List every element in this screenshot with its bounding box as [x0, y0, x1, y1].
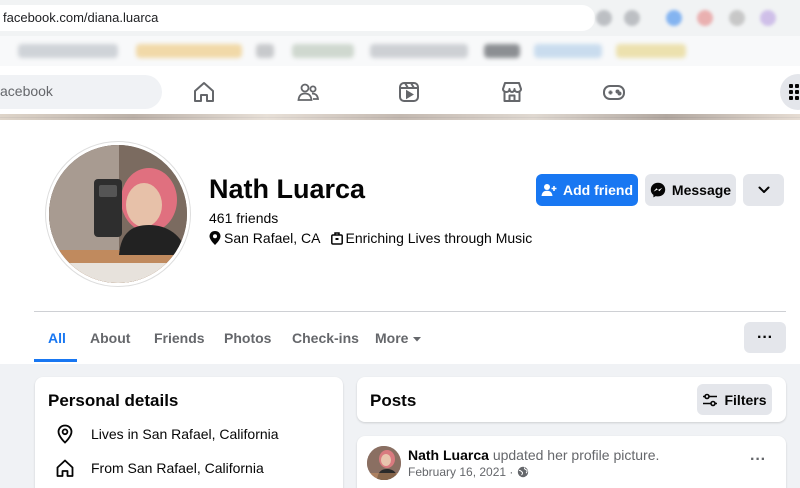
extension-icon[interactable] [596, 10, 612, 26]
extension-icon[interactable] [666, 10, 682, 26]
cover-photo-edge [0, 114, 800, 120]
profile-options-button[interactable] [743, 174, 784, 206]
video-icon[interactable] [397, 80, 421, 104]
active-tab-indicator [34, 359, 77, 362]
profile-meta: San Rafael, CA Enriching Lives through M… [209, 230, 532, 246]
filters-label: Filters [724, 391, 767, 408]
tab-more-label: More [375, 330, 409, 346]
profile-location: San Rafael, CA [224, 230, 321, 246]
home-icon [55, 458, 75, 478]
post-action-text: updated her profile picture. [492, 447, 660, 463]
lives-in-text: Lives in San Rafael, California [91, 426, 279, 442]
header-divider [34, 311, 786, 312]
profile-work: Enriching Lives through Music [345, 230, 533, 246]
profile-name: Nath Luarca [209, 174, 366, 204]
bookmark-item[interactable] [616, 44, 686, 58]
message-button[interactable]: Message [645, 174, 736, 206]
extension-icon[interactable] [729, 10, 745, 26]
extension-icon[interactable] [624, 10, 640, 26]
from-text: From San Rafael, California [91, 460, 264, 476]
extension-icon[interactable] [760, 10, 776, 26]
bookmarks-bar [0, 36, 800, 66]
bookmark-item[interactable] [256, 44, 274, 58]
bookmark-item[interactable] [484, 44, 520, 58]
friends-count[interactable]: 461 friends [209, 210, 278, 226]
messenger-icon [650, 182, 666, 198]
posts-title: Posts [370, 391, 417, 410]
marketplace-icon[interactable] [500, 80, 524, 104]
message-label: Message [671, 182, 732, 198]
bookmark-item[interactable] [370, 44, 468, 58]
bookmark-item[interactable] [534, 44, 602, 58]
home-icon[interactable] [192, 80, 216, 104]
address-field[interactable]: facebook.com/diana.luarca [0, 5, 595, 31]
from-row: From San Rafael, California [56, 458, 264, 478]
post-timestamp-row: February 16, 2021 · [408, 465, 529, 479]
friends-icon[interactable] [296, 80, 320, 104]
add-friend-label: Add friend [563, 182, 633, 198]
post-date[interactable]: February 16, 2021 · [408, 465, 513, 479]
menu-grid-icon[interactable] [780, 74, 800, 110]
tab-photos[interactable]: Photos [224, 330, 271, 346]
personal-details-title: Personal details [48, 391, 179, 410]
briefcase-icon [330, 231, 343, 245]
caret-down-icon [413, 337, 422, 342]
tab-check-ins[interactable]: Check-ins [292, 330, 359, 346]
add-friend-button[interactable]: Add friend [536, 174, 638, 206]
bookmark-item[interactable] [292, 44, 354, 58]
chevron-down-icon [758, 186, 769, 193]
globe-icon [518, 466, 529, 478]
browser-url-bar: facebook.com/diana.luarca [0, 0, 800, 36]
tab-friends[interactable]: Friends [154, 330, 205, 346]
tab-more[interactable]: More [375, 330, 422, 346]
tabs-more-options-button[interactable]: ··· [744, 322, 786, 353]
add-person-icon [541, 184, 557, 196]
lives-in-row: Lives in San Rafael, California [56, 424, 279, 444]
facebook-top-nav: acebook [0, 66, 800, 118]
post-author-name[interactable]: Nath Luarca [408, 447, 489, 463]
filters-button[interactable]: Filters [697, 384, 772, 415]
filters-icon [703, 393, 718, 406]
post-options-button[interactable]: ··· [750, 451, 766, 469]
post-headline: Nath Luarca updated her profile picture. [408, 447, 659, 463]
bookmark-item[interactable] [18, 44, 118, 58]
post-author-avatar[interactable] [367, 446, 401, 480]
tab-all[interactable]: All [48, 330, 66, 346]
tab-about[interactable]: About [90, 330, 130, 346]
search-input[interactable]: acebook [0, 75, 162, 109]
gaming-icon[interactable] [602, 80, 626, 104]
profile-avatar[interactable] [46, 142, 190, 286]
extension-icon[interactable] [697, 10, 713, 26]
location-pin-icon [209, 231, 221, 245]
location-pin-icon [55, 424, 75, 444]
bookmark-item[interactable] [136, 44, 242, 58]
